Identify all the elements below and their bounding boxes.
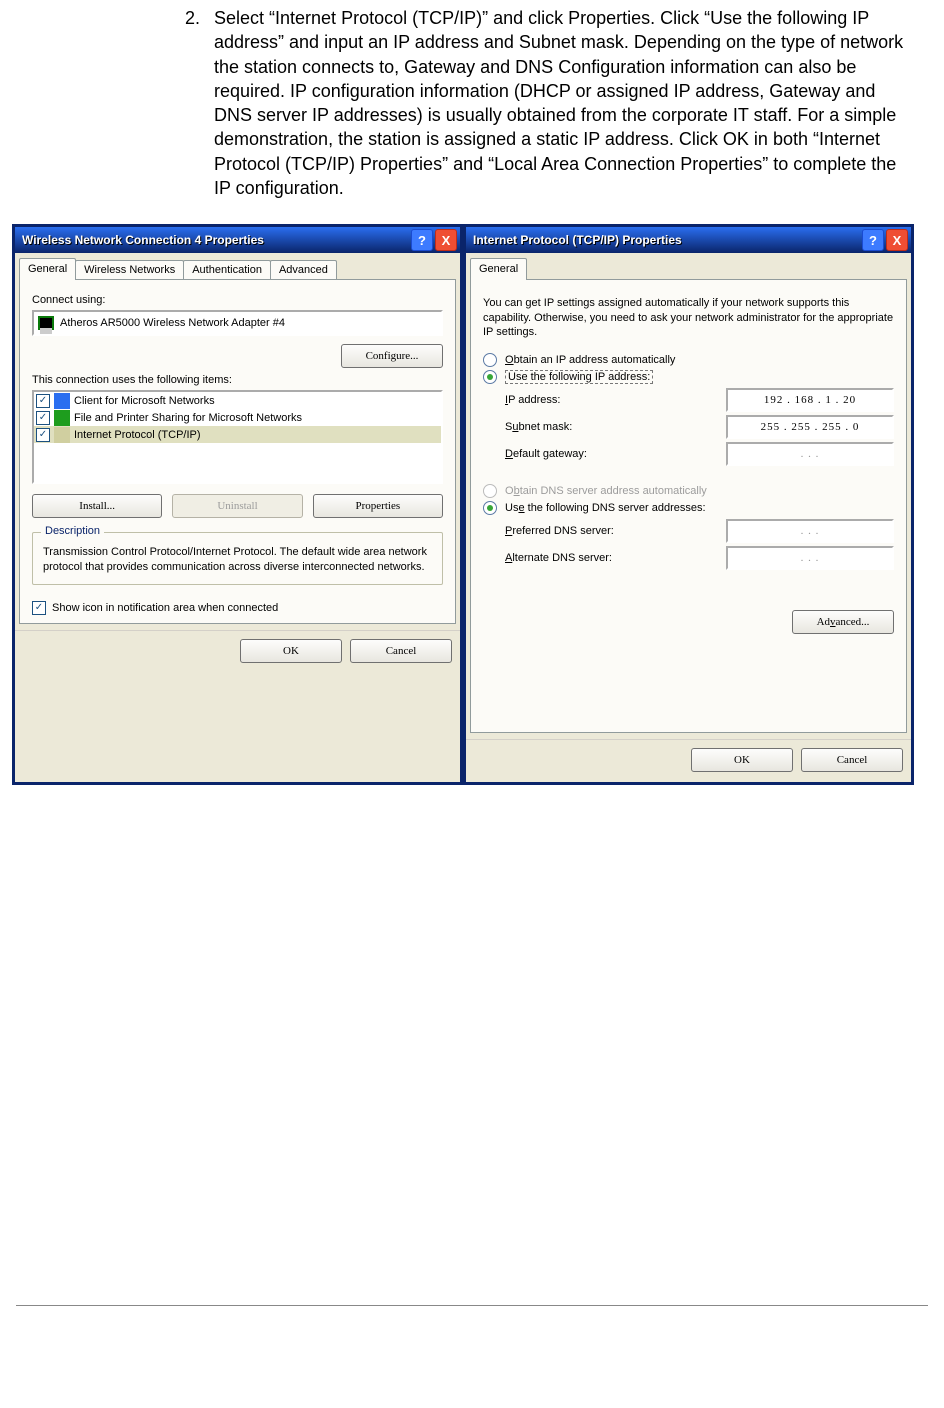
share-icon	[54, 410, 70, 426]
close-icon[interactable]: X	[886, 229, 908, 251]
component-listbox[interactable]: Client for Microsoft Networks File and P…	[32, 390, 443, 484]
radio-obtain-dns: Obtain DNS server address automatically	[483, 484, 894, 498]
cancel-button[interactable]: Cancel	[350, 639, 452, 663]
intro-text: You can get IP settings assigned automat…	[483, 296, 894, 339]
ok-button[interactable]: OK	[240, 639, 342, 663]
show-icon-label: Show icon in notification area when conn…	[52, 602, 278, 614]
radio-icon[interactable]	[483, 501, 497, 515]
alternate-dns-label: Alternate DNS server:	[505, 552, 726, 564]
wireless-connection-properties-dialog: Wireless Network Connection 4 Properties…	[12, 224, 463, 785]
tab-general[interactable]: General	[19, 258, 76, 280]
checkbox-icon[interactable]	[36, 394, 50, 408]
default-gateway-field[interactable]: . . .	[726, 442, 894, 466]
ip-address-field[interactable]: 192 . 168 . 1 . 20	[726, 388, 894, 412]
radio-label: Use the following IP address:	[505, 370, 653, 384]
list-item-label: Internet Protocol (TCP/IP)	[74, 429, 201, 441]
tab-authentication[interactable]: Authentication	[183, 260, 271, 279]
subnet-mask-field[interactable]: 255 . 255 . 255 . 0	[726, 415, 894, 439]
properties-button[interactable]: Properties	[313, 494, 443, 518]
radio-icon	[483, 484, 497, 498]
radio-obtain-ip[interactable]: OObtain an IP address automaticallybtain…	[483, 353, 894, 367]
configure-button[interactable]: Configure...	[341, 344, 443, 368]
ok-button[interactable]: OK	[691, 748, 793, 772]
radio-icon[interactable]	[483, 370, 497, 384]
install-button[interactable]: Install...	[32, 494, 162, 518]
radio-use-ip[interactable]: Use the following IP address:	[483, 370, 894, 384]
window-title: Wireless Network Connection 4 Properties	[18, 233, 409, 247]
uninstall-button: Uninstall	[172, 494, 302, 518]
ip-address-label: IP address:	[505, 394, 726, 406]
preferred-dns-label: Preferred DNS server:	[505, 525, 726, 537]
radio-label: OObtain an IP address automaticallybtain…	[505, 354, 675, 366]
radio-use-dns[interactable]: Use the following DNS server addresses:	[483, 501, 894, 515]
items-label: This connection uses the following items…	[32, 374, 443, 386]
tab-advanced[interactable]: Advanced	[270, 260, 337, 279]
connect-using-label: Connect using:	[32, 294, 443, 306]
default-gateway-label: Default gateway:	[505, 448, 726, 460]
alternate-dns-field[interactable]: . . .	[726, 546, 894, 570]
advanced-button[interactable]: Advanced...	[792, 610, 894, 634]
instruction-paragraph: Select “Internet Protocol (TCP/IP)” and …	[214, 6, 944, 200]
radio-icon[interactable]	[483, 353, 497, 367]
window-title: Internet Protocol (TCP/IP) Properties	[469, 233, 860, 247]
help-icon[interactable]: ?	[862, 229, 884, 251]
tcpip-icon	[54, 427, 70, 443]
subnet-mask-label: Subnet mask:	[505, 421, 726, 433]
checkbox-icon[interactable]	[36, 428, 50, 442]
show-icon-checkbox[interactable]: Show icon in notification area when conn…	[32, 601, 443, 615]
list-number: 2.	[0, 6, 214, 200]
checkbox-icon[interactable]	[36, 411, 50, 425]
page-rule	[16, 1305, 928, 1306]
list-item[interactable]: Client for Microsoft Networks	[34, 392, 441, 409]
tab-wireless-networks[interactable]: Wireless Networks	[75, 260, 184, 279]
radio-label: Obtain DNS server address automatically	[505, 485, 707, 497]
checkbox-icon[interactable]	[32, 601, 46, 615]
preferred-dns-field[interactable]: . . .	[726, 519, 894, 543]
cancel-button[interactable]: Cancel	[801, 748, 903, 772]
description-text: Transmission Control Protocol/Internet P…	[43, 545, 432, 574]
client-icon	[54, 393, 70, 409]
adapter-icon	[38, 316, 54, 330]
list-item-label: File and Printer Sharing for Microsoft N…	[74, 412, 302, 424]
radio-label: Use the following DNS server addresses:	[505, 502, 706, 514]
description-heading: Description	[41, 525, 104, 537]
list-item-label: Client for Microsoft Networks	[74, 395, 215, 407]
list-item[interactable]: File and Printer Sharing for Microsoft N…	[34, 409, 441, 426]
adapter-name: Atheros AR5000 Wireless Network Adapter …	[60, 317, 285, 329]
tcpip-properties-dialog: Internet Protocol (TCP/IP) Properties ? …	[463, 224, 914, 785]
close-icon[interactable]: X	[435, 229, 457, 251]
adapter-combo[interactable]: Atheros AR5000 Wireless Network Adapter …	[32, 310, 443, 336]
help-icon[interactable]: ?	[411, 229, 433, 251]
tab-general[interactable]: General	[470, 258, 527, 280]
list-item-selected[interactable]: Internet Protocol (TCP/IP)	[34, 426, 441, 443]
